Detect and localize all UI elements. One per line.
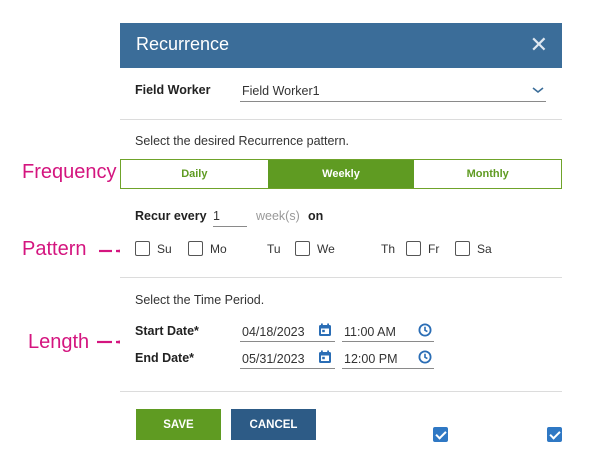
checkbox-checked[interactable] <box>547 427 562 442</box>
divider <box>120 391 562 392</box>
clock-icon[interactable] <box>418 323 432 337</box>
divider <box>120 119 562 120</box>
annotation-frequency: Frequency <box>22 161 117 183</box>
chevron-down-icon <box>532 87 544 94</box>
calendar-icon[interactable] <box>318 350 332 364</box>
day-saturday[interactable]: Sa <box>455 241 492 256</box>
tab-daily[interactable]: Daily <box>121 160 268 188</box>
clock-icon[interactable] <box>418 350 432 364</box>
recur-on-label: on <box>308 209 324 223</box>
end-date-input[interactable]: 05/31/2023 <box>240 349 335 369</box>
day-label: Tu <box>267 241 281 256</box>
day-friday[interactable]: Fr <box>406 241 439 256</box>
day-monday[interactable]: Mo <box>188 241 227 256</box>
day-label: We <box>317 241 335 256</box>
day-wednesday[interactable]: We <box>295 241 335 256</box>
day-sunday[interactable]: Su <box>135 241 172 256</box>
start-time-value: 11:00 AM <box>344 325 396 339</box>
annotation-pattern: Pattern <box>22 238 87 260</box>
tab-weekly[interactable]: Weekly <box>267 160 415 188</box>
field-worker-select[interactable]: Field Worker1 <box>240 80 546 102</box>
day-label: Fr <box>428 241 440 256</box>
start-time-input[interactable]: 11:00 AM <box>342 322 434 342</box>
divider <box>120 277 562 278</box>
start-date-label: Start Date* <box>135 324 199 338</box>
day-label: Sa <box>477 241 492 256</box>
checkbox[interactable] <box>135 241 150 256</box>
calendar-icon[interactable] <box>318 323 332 337</box>
checkbox-checked[interactable] <box>433 427 448 442</box>
recur-every-label: Recur every <box>135 209 207 223</box>
end-time-input[interactable]: 12:00 PM <box>342 349 434 369</box>
recur-unit-label: week(s) <box>256 209 300 223</box>
annotation-length: Length <box>28 331 90 353</box>
day-thursday[interactable]: Th <box>359 241 562 442</box>
period-prompt: Select the Time Period. <box>135 293 265 307</box>
day-tuesday[interactable]: Tu <box>245 241 448 442</box>
end-date-value: 05/31/2023 <box>242 352 305 366</box>
checkbox[interactable] <box>295 241 310 256</box>
start-date-input[interactable]: 04/18/2023 <box>240 322 335 342</box>
frequency-tabs: Daily Weekly Monthly <box>120 159 562 189</box>
close-icon[interactable]: ✕ <box>530 32 548 58</box>
day-label: Su <box>157 241 172 256</box>
checkbox[interactable] <box>455 241 470 256</box>
end-date-label: End Date* <box>135 351 195 365</box>
recurrence-dialog: Recurrence ✕ Field Worker Field Worker1 … <box>120 23 562 463</box>
tab-monthly[interactable]: Monthly <box>414 160 561 188</box>
end-time-value: 12:00 PM <box>344 352 398 366</box>
checkbox[interactable] <box>188 241 203 256</box>
day-label: Mo <box>210 241 227 256</box>
cancel-button[interactable]: CANCEL <box>231 409 316 440</box>
dialog-header: Recurrence ✕ <box>120 23 562 68</box>
day-label: Th <box>381 241 396 256</box>
field-worker-value: Field Worker1 <box>242 84 320 98</box>
save-button[interactable]: SAVE <box>136 409 221 440</box>
start-date-value: 04/18/2023 <box>242 325 305 339</box>
field-worker-label: Field Worker <box>135 83 211 97</box>
checkbox[interactable] <box>406 241 421 256</box>
recur-interval-input[interactable]: 1 <box>213 207 247 227</box>
dialog-title: Recurrence <box>136 34 230 54</box>
pattern-prompt: Select the desired Recurrence pattern. <box>135 134 350 148</box>
